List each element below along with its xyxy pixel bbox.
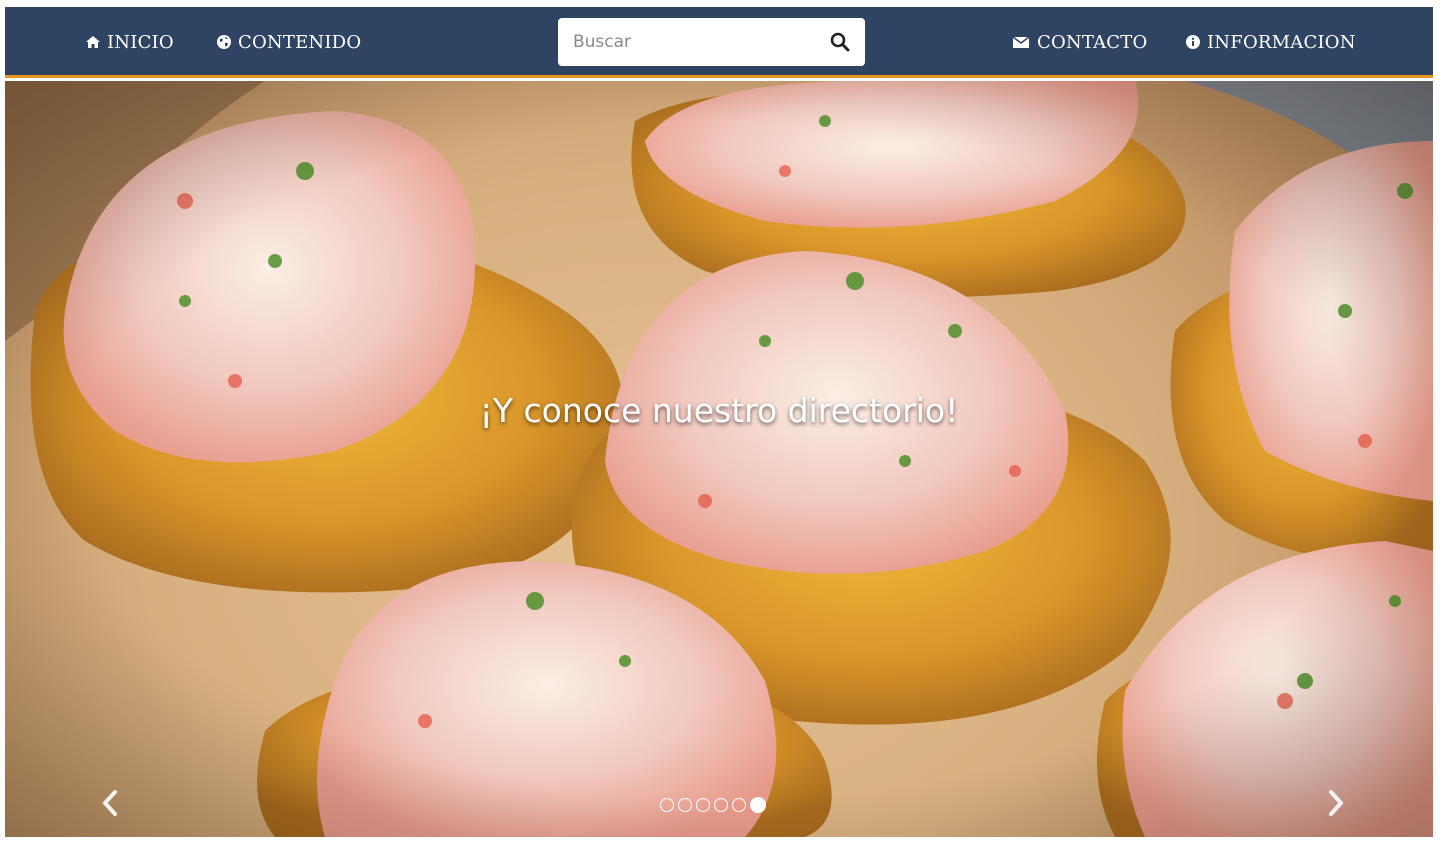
carousel-caption: ¡Y conoce nuestro directorio! xyxy=(479,391,959,430)
nav-content-link[interactable]: CONTENIDO xyxy=(216,29,361,55)
search-box xyxy=(558,18,865,66)
carousel-dot-3[interactable] xyxy=(696,798,710,812)
globe-icon xyxy=(217,35,231,49)
carousel-dot-1[interactable] xyxy=(660,798,674,812)
carousel-dot-2[interactable] xyxy=(678,798,692,812)
carousel-dot-6[interactable] xyxy=(750,797,766,813)
carousel-indicators xyxy=(660,797,766,813)
search-icon[interactable] xyxy=(829,31,851,53)
hero-carousel: ¡Y conoce nuestro directorio! xyxy=(5,81,1433,837)
envelope-icon xyxy=(1012,36,1030,48)
nav-home-label: INICIO xyxy=(107,31,174,53)
carousel-dot-4[interactable] xyxy=(714,798,728,812)
nav-home-link[interactable]: INICIO xyxy=(85,29,174,55)
page-frame: INICIO CONTENIDO CONTACTO xyxy=(5,7,1433,837)
carousel-dot-5[interactable] xyxy=(732,798,746,812)
hero-food-image xyxy=(5,81,1433,837)
nav-info-link[interactable]: INFORMACION xyxy=(1185,29,1356,55)
chevron-left-icon[interactable] xyxy=(95,786,125,820)
info-icon xyxy=(1186,35,1200,49)
chevron-right-icon[interactable] xyxy=(1321,786,1351,820)
nav-info-label: INFORMACION xyxy=(1207,31,1356,53)
search-input[interactable] xyxy=(573,22,823,62)
nav-contact-link[interactable]: CONTACTO xyxy=(1011,29,1147,55)
nav-content-label: CONTENIDO xyxy=(238,31,362,53)
top-navbar: INICIO CONTENIDO CONTACTO xyxy=(5,7,1433,78)
nav-contact-label: CONTACTO xyxy=(1037,31,1148,53)
home-icon xyxy=(86,36,100,48)
